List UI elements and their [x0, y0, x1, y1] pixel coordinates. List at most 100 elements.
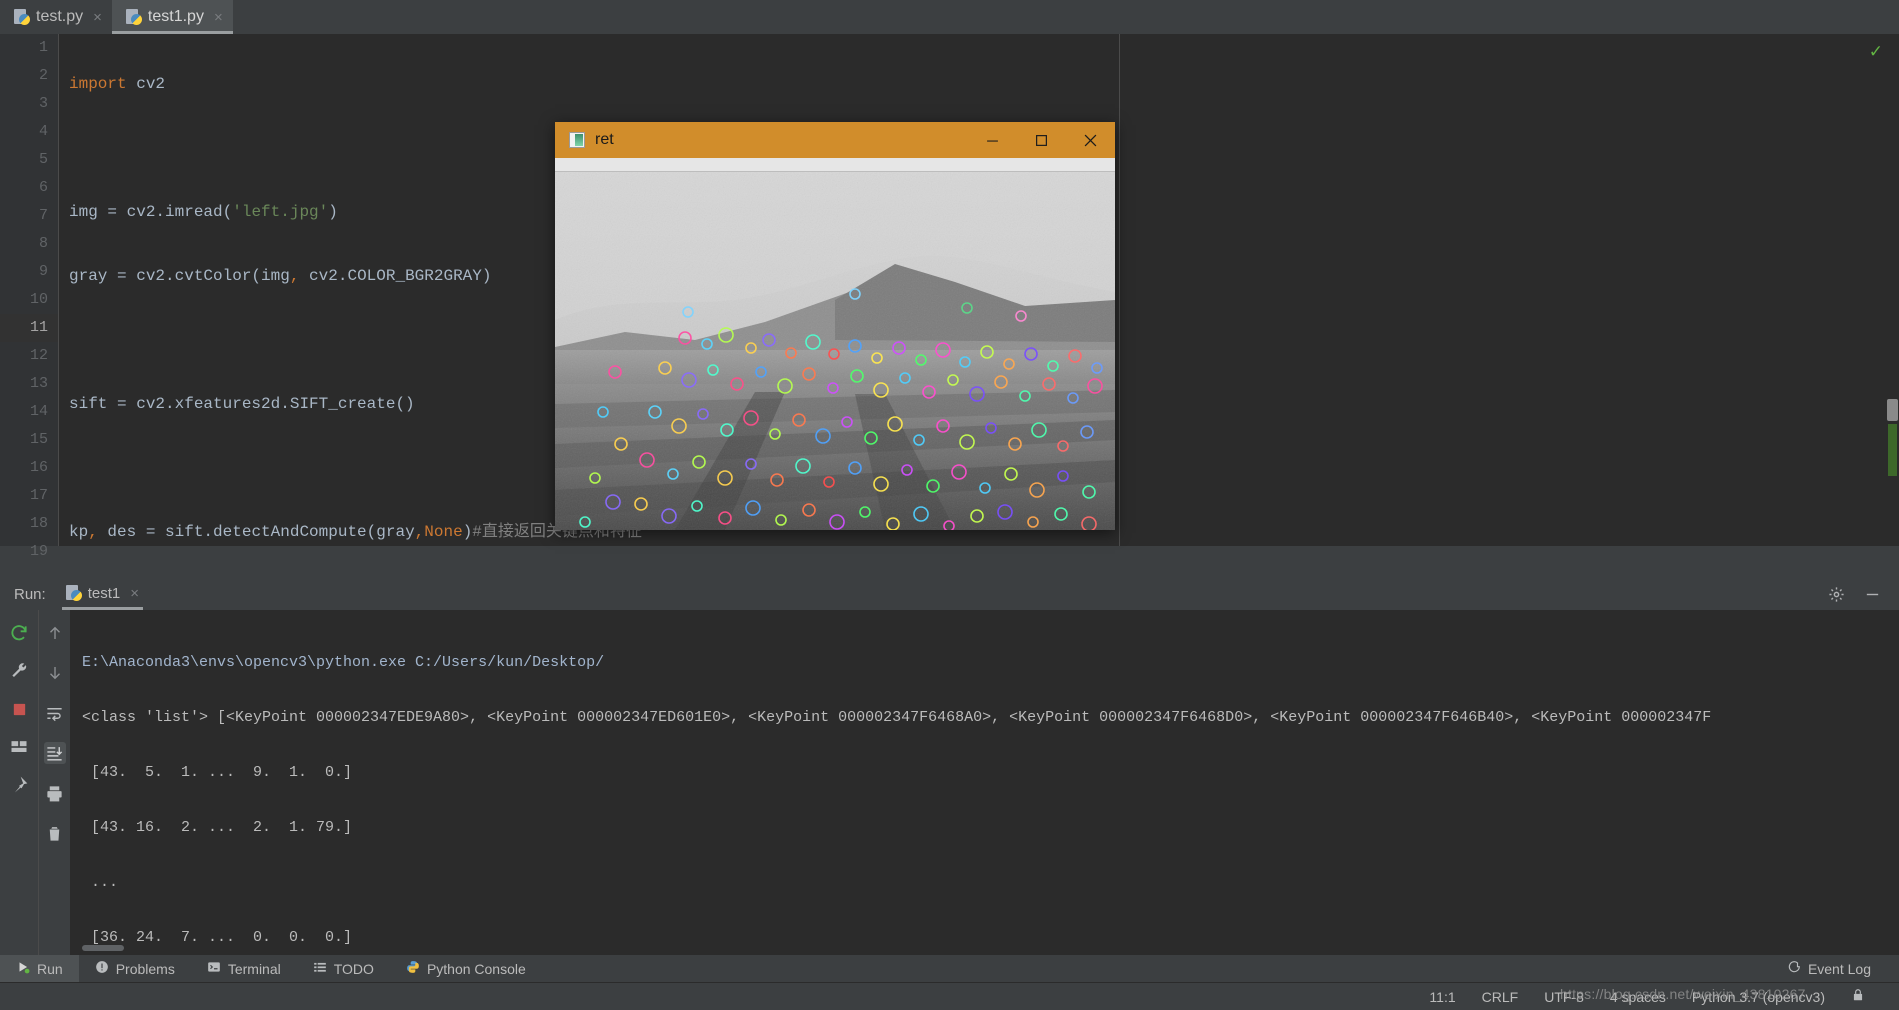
- line-number: 14: [29, 403, 48, 420]
- tab-test1-py[interactable]: test1.py ×: [111, 0, 233, 34]
- console-line: E:\Anaconda3\envs\opencv3\python.exe C:/…: [82, 654, 605, 671]
- python-file-icon: [14, 9, 30, 25]
- inspection-ok-icon[interactable]: ✓: [1869, 42, 1883, 62]
- bottom-tab-label: Problems: [115, 960, 175, 977]
- lock-icon[interactable]: [1851, 987, 1865, 1006]
- run-left-toolbar: [0, 610, 38, 955]
- minimize-button[interactable]: [968, 122, 1017, 158]
- line-number: 9: [38, 263, 48, 280]
- scrollbar-marker-strip: [1888, 424, 1897, 476]
- python-file-icon: [125, 9, 142, 25]
- event-log-button[interactable]: Event Log: [1787, 955, 1871, 982]
- line-number: 6: [38, 179, 48, 196]
- line-number: 7: [38, 207, 48, 224]
- console-line: <class 'list'> [<KeyPoint 000002347EDE9A…: [82, 709, 1712, 726]
- run-config-tab[interactable]: test1 ×: [61, 581, 144, 610]
- maximize-button[interactable]: [1017, 122, 1066, 158]
- tab-label: test1.py: [147, 8, 204, 25]
- bottom-tab-label: Run: [37, 960, 63, 977]
- line-number: 18: [29, 515, 48, 532]
- line-separator[interactable]: CRLF: [1482, 989, 1519, 1005]
- close-icon[interactable]: ×: [214, 9, 223, 26]
- run-secondary-toolbar: [38, 610, 70, 955]
- python-console-icon: [406, 960, 420, 977]
- console-line: [36. 24. 7. ... 0. 0. 0.]: [82, 929, 353, 946]
- code-line-1: import cv2: [69, 75, 166, 93]
- indent-setting[interactable]: 4 spaces: [1610, 989, 1666, 1005]
- cv-window-title: ret: [595, 131, 614, 148]
- scroll-to-end-icon[interactable]: [43, 742, 66, 764]
- event-log-label: Event Log: [1807, 960, 1871, 977]
- rerun-icon[interactable]: [8, 622, 30, 644]
- console-output[interactable]: E:\Anaconda3\envs\opencv3\python.exe C:/…: [70, 610, 1899, 955]
- arrow-up-icon[interactable]: [44, 622, 66, 644]
- editor-tab-bar: test.py × test1.py ×: [0, 0, 1899, 34]
- run-tool-window-header: Run: test1 ×: [0, 578, 1899, 610]
- line-number: 12: [29, 347, 48, 364]
- tab-test-py[interactable]: test.py ×: [0, 0, 112, 34]
- bottom-tool-window-bar: Run Problems Terminal TODO Python Consol…: [0, 955, 1899, 982]
- cv-window-controls: [968, 122, 1115, 158]
- stop-icon[interactable]: [8, 698, 30, 720]
- line-number: 13: [29, 375, 48, 392]
- python-interpreter[interactable]: Python 3.7 (opencv3): [1692, 989, 1825, 1005]
- console-line: ...: [82, 874, 119, 891]
- bottom-tab-python-console[interactable]: Python Console: [390, 955, 542, 982]
- line-number: 5: [38, 151, 48, 168]
- bottom-tab-todo[interactable]: TODO: [297, 955, 390, 982]
- event-log-icon: [1787, 960, 1801, 977]
- console-line: [43. 16. 2. ... 2. 1. 79.]: [82, 819, 353, 836]
- bottom-tab-run[interactable]: Run: [0, 955, 79, 982]
- console-horizontal-scrollbar[interactable]: [82, 945, 124, 951]
- python-file-icon: [65, 585, 82, 601]
- opencv-image-window[interactable]: ret: [555, 122, 1115, 530]
- arrow-down-icon[interactable]: [44, 662, 66, 684]
- line-number: 10: [29, 291, 48, 308]
- todo-icon: [313, 960, 327, 977]
- run-header-actions: [1827, 578, 1881, 610]
- minimize-icon[interactable]: [1863, 585, 1881, 603]
- layout-icon[interactable]: [8, 736, 30, 758]
- line-number: 3: [38, 95, 48, 112]
- status-bar: 11:1 CRLF UTF-8 4 spaces Python 3.7 (ope…: [0, 982, 1899, 1010]
- soft-wrap-icon[interactable]: [44, 702, 66, 724]
- run-config-label: test1: [87, 584, 121, 602]
- line-number: 16: [29, 459, 48, 476]
- line-number: 17: [29, 487, 48, 504]
- trash-icon[interactable]: [44, 822, 66, 844]
- pycharm-window: test.py × test1.py × 1 2 3 4 5 6 7 8 9 1…: [0, 0, 1899, 1010]
- cv-window-title-bar[interactable]: ret: [555, 122, 1115, 158]
- print-icon[interactable]: [44, 782, 66, 804]
- image-window-icon: [569, 132, 585, 148]
- problems-icon: [95, 960, 109, 977]
- pin-icon[interactable]: [8, 774, 30, 796]
- console-line: [43. 5. 1. ... 9. 1. 0.]: [82, 764, 353, 781]
- close-icon[interactable]: ×: [93, 9, 102, 26]
- run-label: Run:: [14, 585, 46, 603]
- file-encoding[interactable]: UTF-8: [1544, 989, 1584, 1005]
- close-icon[interactable]: ×: [130, 585, 139, 602]
- bottom-tab-label: Python Console: [426, 960, 526, 977]
- line-number: 4: [38, 123, 48, 140]
- close-button[interactable]: [1066, 122, 1115, 158]
- line-number-gutter: 1 2 3 4 5 6 7 8 9 10 11 12 13 14 15 16 1…: [0, 34, 58, 560]
- code-fold-divider: [1119, 34, 1120, 546]
- bottom-tab-label: TODO: [333, 960, 374, 977]
- cv-toolbar-strip: [555, 158, 1115, 172]
- gear-icon[interactable]: [1827, 585, 1845, 603]
- cv-image-canvas: [555, 172, 1115, 530]
- line-number: 15: [29, 431, 48, 448]
- line-number: 19: [29, 543, 48, 560]
- tab-label: test.py: [36, 8, 84, 25]
- editor-scrollbar-thumb[interactable]: [1887, 399, 1898, 421]
- wrench-icon[interactable]: [8, 660, 30, 682]
- line-number: 2: [38, 67, 48, 84]
- line-number: 1: [38, 39, 48, 56]
- run-icon: [16, 960, 30, 977]
- bottom-tab-terminal[interactable]: Terminal: [191, 955, 297, 982]
- terminal-icon: [207, 960, 221, 977]
- line-number-current: 11: [0, 314, 58, 342]
- bottom-tab-problems[interactable]: Problems: [79, 955, 191, 982]
- caret-position[interactable]: 11:1: [1429, 989, 1455, 1005]
- run-console-panel: E:\Anaconda3\envs\opencv3\python.exe C:/…: [0, 610, 1899, 955]
